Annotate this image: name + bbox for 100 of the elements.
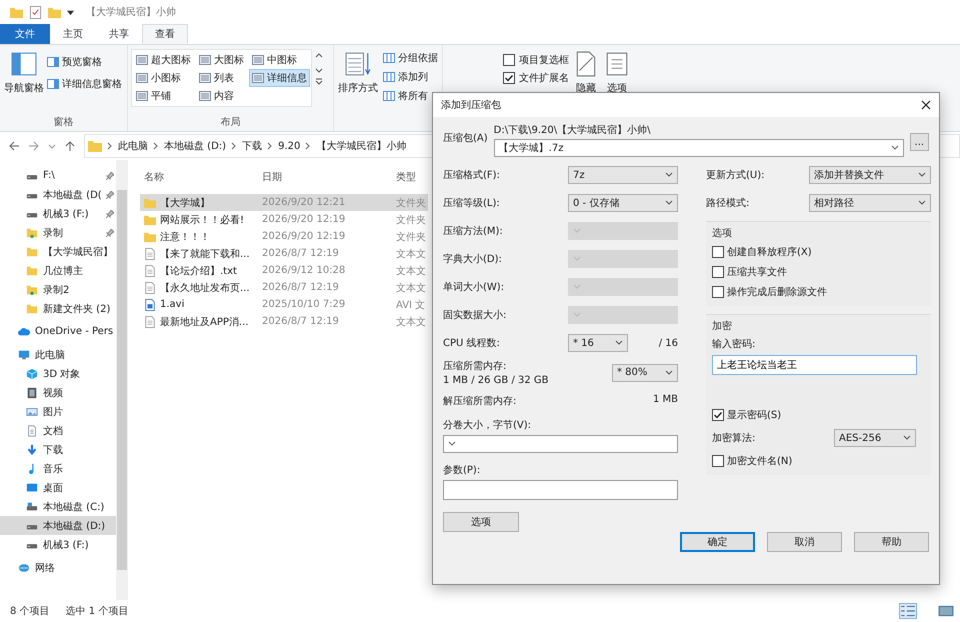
sidebar-item[interactable]: 本地磁盘 (C:) [0, 497, 116, 516]
sort-button[interactable]: 排序方式 [337, 49, 379, 97]
folder-icon [26, 284, 38, 296]
dropdown-icon[interactable] [67, 8, 74, 16]
document-icon [144, 248, 156, 260]
details-view-icon[interactable] [900, 604, 916, 618]
hide-button[interactable]: 隐藏 [572, 49, 600, 97]
sidebar-item[interactable]: 新建文件夹 (2) [0, 299, 116, 318]
file-row[interactable]: 【论坛介绍】.txt 2026/9/12 10:28 文本文 [140, 262, 428, 279]
sidebar-item[interactable]: 音乐 [0, 459, 116, 478]
ribbon-tab[interactable]: 查看 [142, 24, 188, 44]
pane-button[interactable]: 详细信息窗格 [46, 75, 123, 93]
sidebar-item[interactable]: 文档 [0, 421, 116, 440]
sidebar-item[interactable]: 【大学城民宿】 [0, 242, 116, 261]
options-button[interactable]: 选项 [443, 512, 519, 532]
back-icon[interactable] [8, 140, 20, 152]
field-label: 加密算法: [712, 432, 756, 445]
field-label: 输入密码: [712, 338, 756, 351]
ribbon-tab[interactable]: 主页 [50, 24, 96, 44]
layout-option[interactable]: 超大图标 [133, 51, 194, 69]
column-header[interactable]: 日期 [258, 170, 392, 184]
sidebar-item[interactable]: 录制 [0, 223, 116, 242]
ribbon-checkbox[interactable]: 文件扩展名 [503, 71, 569, 85]
file-row[interactable]: 网站展示！！必看! 2026/9/20 12:19 文件夹 [140, 211, 428, 228]
sidebar-item[interactable]: OneDrive - Pers [0, 322, 116, 341]
sidebar-item[interactable]: 几位博主 [0, 261, 116, 280]
breadcrumb[interactable]: 本地磁盘 (D:) [164, 139, 226, 153]
password-field[interactable]: 上老王论坛当老王 [712, 355, 917, 375]
ribbon-tab[interactable]: 共享 [96, 24, 142, 44]
dialog-button[interactable]: 确定 [680, 532, 755, 552]
dropdown[interactable]: 相对路径 [809, 194, 931, 212]
file-row[interactable]: 【大学城】 2026/9/20 12:21 文件夹 [140, 194, 428, 211]
dropdown[interactable]: 添加并替换文件 [809, 166, 931, 184]
sidebar-item[interactable]: 本地磁盘 (D( [0, 185, 116, 204]
archive-name-field[interactable]: 【大学城】.7z [494, 139, 904, 157]
options-button[interactable]: 选项 [603, 49, 631, 97]
field-label: 字典大小(D): [443, 252, 503, 266]
dropdown[interactable]: * 80% [612, 364, 678, 382]
breadcrumb[interactable]: 【大学城民宿】小帅 [316, 139, 406, 153]
layout-option[interactable]: 内容 [196, 87, 247, 105]
file-row[interactable]: 【来了就能下载和... 2026/8/7 12:19 文本文 [140, 245, 428, 262]
checkbox[interactable]: 显示密码(S) [712, 407, 925, 423]
parameters-field[interactable] [443, 480, 678, 500]
dropdown[interactable]: AES-256 [834, 429, 916, 447]
sidebar-item[interactable]: 网络 [0, 558, 116, 577]
breadcrumb[interactable]: 下载 [242, 139, 262, 153]
sidebar-item[interactable]: 下载 [0, 440, 116, 459]
layout-option[interactable]: 平铺 [133, 87, 194, 105]
checkbox[interactable]: 压缩共享文件 [712, 264, 925, 280]
checkbox[interactable]: 创建自释放程序(X) [712, 244, 925, 260]
sidebar-item[interactable]: 桌面 [0, 478, 116, 497]
sidebar-item[interactable]: 本地磁盘 (D:) [0, 516, 116, 535]
folder-icon[interactable] [48, 6, 61, 18]
dropdown[interactable]: * 16 [568, 334, 628, 352]
file-type: 文本文 [395, 282, 426, 294]
ribbon-tab[interactable]: 文件 [0, 24, 50, 44]
pane-button[interactable]: 预览窗格 [46, 53, 123, 71]
browse-button[interactable]: ... [910, 133, 929, 151]
up-icon[interactable] [64, 140, 76, 152]
sidebar-item[interactable]: 此电脑 [0, 345, 116, 364]
column-header[interactable]: 类型 [392, 170, 416, 184]
layout-option[interactable]: 小图标 [133, 69, 194, 87]
breadcrumb[interactable]: 此电脑 [118, 139, 148, 153]
checkbox[interactable]: 操作完成后删除源文件 [712, 284, 925, 300]
breadcrumb[interactable]: 9.20 [278, 140, 300, 152]
checkbox[interactable]: 加密文件名(N) [712, 453, 925, 469]
dialog-button[interactable]: 取消 [767, 532, 842, 552]
dropdown[interactable]: 7z [568, 166, 678, 184]
sidebar-item[interactable]: 机械3 (F:) [0, 204, 116, 223]
folder-icon[interactable] [10, 6, 23, 18]
view-button[interactable]: 添加列 [382, 68, 439, 86]
file-row[interactable]: 【永久地址发布页... 2026/8/7 12:19 文本文 [140, 279, 428, 296]
sidebar-item[interactable]: 机械3 (F:) [0, 535, 116, 554]
file-row[interactable]: 1.avi 2025/10/10 7:29 AVI 文 [140, 296, 428, 313]
properties-icon[interactable] [29, 6, 42, 18]
sidebar-item[interactable]: 图片 [0, 402, 116, 421]
dropdown[interactable]: 0 - 仅存储 [568, 194, 678, 212]
forward-icon[interactable] [28, 140, 40, 152]
sidebar-item[interactable]: 视频 [0, 383, 116, 402]
recent-icon[interactable] [48, 142, 56, 150]
file-name: 注意！！！ [160, 230, 210, 244]
sidebar-item[interactable]: 录制2 [0, 280, 116, 299]
close-icon[interactable] [921, 100, 931, 110]
volume-size-field[interactable] [443, 435, 678, 453]
thumbnails-view-icon[interactable] [938, 604, 954, 618]
dialog-button[interactable]: 帮助 [854, 532, 929, 552]
column-header[interactable]: 名称 [140, 170, 258, 184]
view-button[interactable]: 分组依据 [382, 49, 439, 67]
file-row[interactable]: 注意！！！ 2026/9/20 12:19 文件夹 [140, 228, 428, 245]
layout-option[interactable]: 大图标 [196, 51, 247, 69]
layout-option[interactable]: 列表 [196, 69, 247, 87]
sidebar-item[interactable]: F:\ [0, 166, 116, 185]
file-row[interactable]: 最新地址及APP消... 2026/8/7 12:19 文本文 [140, 313, 428, 330]
layout-option[interactable]: 中图标 [249, 51, 310, 69]
navigation-pane-button[interactable]: 导航窗格 [3, 49, 45, 97]
sidebar-item[interactable]: 3D 对象 [0, 364, 116, 383]
scrollbar[interactable] [116, 160, 128, 600]
pane-layout-icon [11, 51, 37, 77]
layout-option[interactable]: 详细信息 [249, 69, 310, 87]
ribbon-checkbox[interactable]: 项目复选框 [503, 53, 569, 67]
